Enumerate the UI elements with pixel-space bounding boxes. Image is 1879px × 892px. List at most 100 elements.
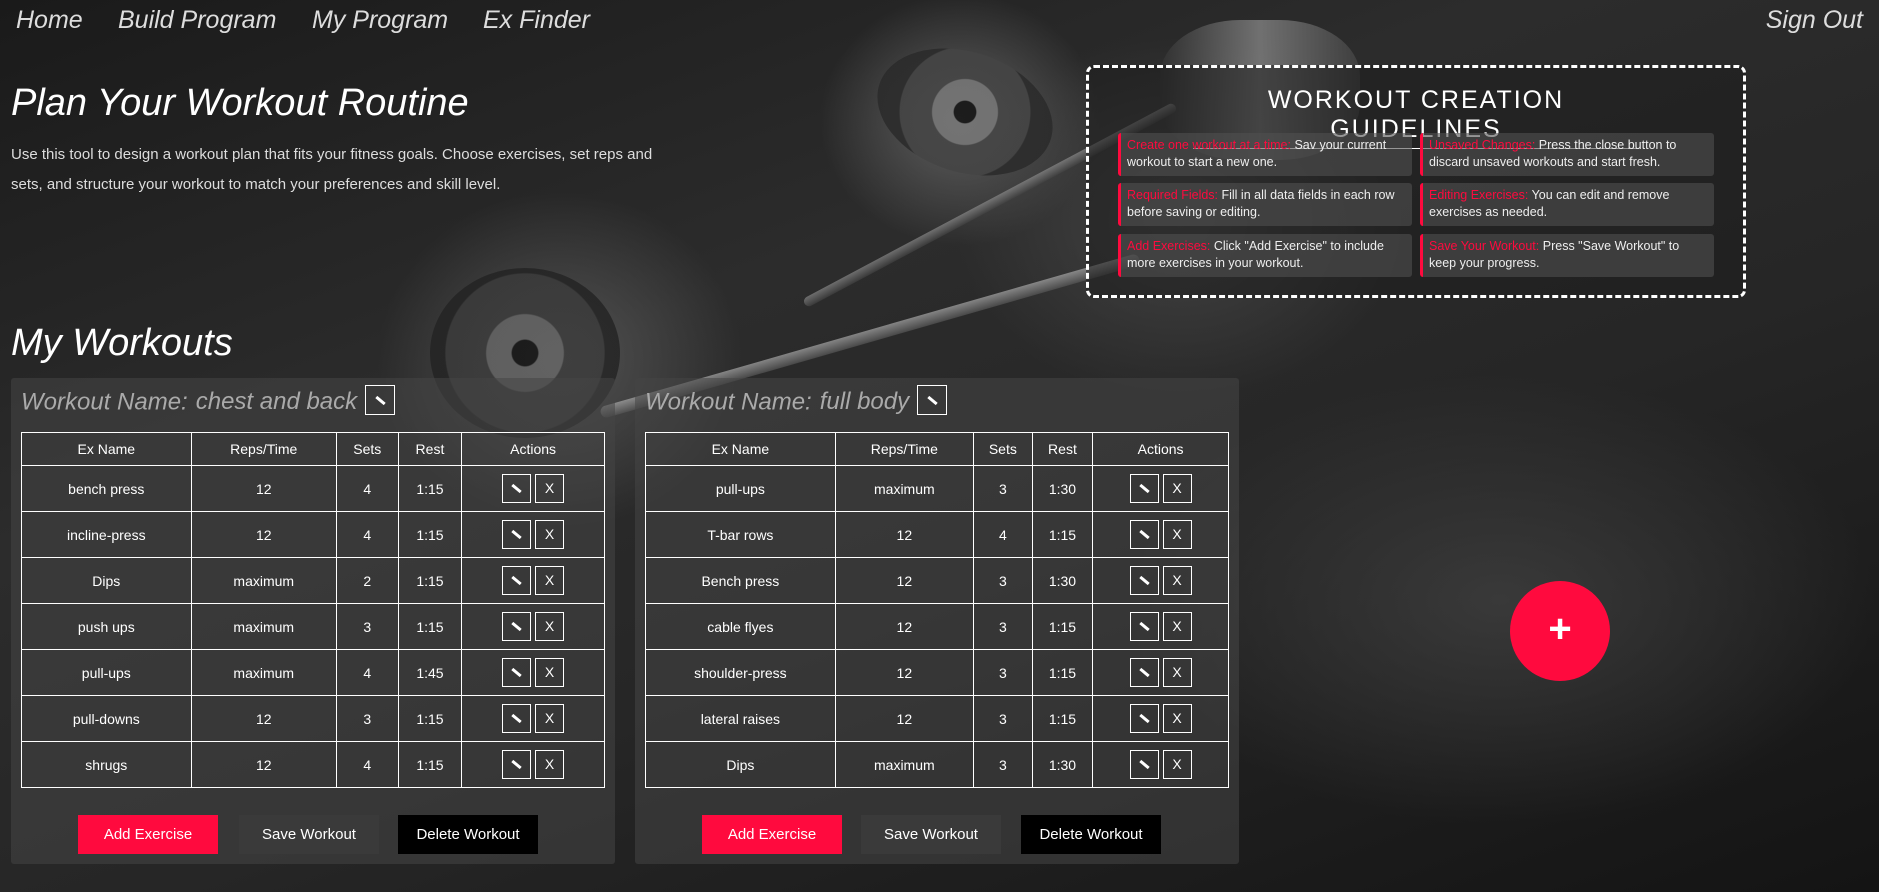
table-row: bench press 12 4 1:15 X [21, 465, 605, 512]
guideline-label: Create one workout at a time: [1127, 138, 1291, 152]
edit-row-button[interactable] [502, 520, 532, 549]
edit-row-button[interactable] [502, 750, 532, 779]
workout-actions: Add Exercise Save Workout Delete Workout [11, 815, 615, 854]
delete-row-button[interactable]: X [1162, 658, 1192, 687]
cell-ex-name: Dips [21, 557, 192, 604]
cell-ex-name: Dips [645, 741, 836, 788]
guideline-item: Unsaved Changes: Press the close button … [1420, 133, 1714, 176]
cell-rest: 1:15 [397, 741, 463, 788]
edit-row-button[interactable] [1129, 704, 1159, 733]
edit-row-button[interactable] [502, 612, 532, 641]
guideline-label: Required Fields: [1127, 188, 1219, 202]
cell-ex-name: cable flyes [645, 603, 836, 650]
cell-ex-name: lateral raises [645, 695, 836, 742]
guideline-label: Unsaved Changes: [1429, 138, 1536, 152]
save-workout-button[interactable]: Save Workout [239, 815, 379, 854]
edit-row-button[interactable] [1129, 520, 1159, 549]
delete-row-button[interactable]: X [535, 474, 565, 503]
cell-reps: 12 [834, 603, 974, 650]
add-exercise-button[interactable]: Add Exercise [702, 815, 842, 854]
cell-ex-name: shoulder-press [645, 649, 836, 696]
delete-row-button[interactable]: X [1162, 704, 1192, 733]
table-row: T-bar rows 12 4 1:15 X [645, 511, 1229, 558]
delete-row-button[interactable]: X [1162, 612, 1192, 641]
column-header: Sets [335, 432, 399, 466]
edit-row-button[interactable] [1129, 658, 1159, 687]
guideline-label: Editing Exercises: [1429, 188, 1529, 202]
cell-sets: 2 [335, 557, 399, 604]
nav-my-program[interactable]: My Program [312, 6, 448, 35]
cell-rest: 1:15 [1031, 511, 1094, 558]
cell-reps: 12 [834, 511, 974, 558]
cell-sets: 3 [972, 649, 1033, 696]
table-header-row: Ex Name Reps/Time Sets Rest Actions [645, 432, 1229, 466]
top-nav: Home Build Program My Program Ex Finder … [16, 6, 1863, 40]
background-weight-plate [860, 27, 1070, 197]
cell-sets: 4 [972, 511, 1033, 558]
table-header-row: Ex Name Reps/Time Sets Rest Actions [21, 432, 605, 466]
column-header: Reps/Time [834, 432, 974, 466]
guideline-item: Save Your Workout: Press "Save Workout" … [1420, 234, 1714, 277]
column-header: Ex Name [21, 432, 192, 466]
cell-rest: 1:15 [397, 465, 463, 512]
nav-sign-out[interactable]: Sign Out [1766, 6, 1863, 35]
workout-card: Workout Name: full body Ex Name Reps/Time… [635, 378, 1239, 864]
edit-row-button[interactable] [502, 658, 532, 687]
delete-row-button[interactable]: X [1162, 474, 1192, 503]
workout-name-value: full body [819, 388, 910, 416]
cell-actions: X [1092, 511, 1229, 558]
column-header: Rest [1031, 432, 1094, 466]
intro-text: Use this tool to design a workout plan t… [11, 146, 653, 193]
delete-row-button[interactable]: X [535, 612, 565, 641]
edit-row-button[interactable] [502, 474, 532, 503]
cell-sets: 3 [972, 741, 1033, 788]
cell-ex-name: pull-ups [21, 649, 192, 696]
table-row: lateral raises 12 3 1:15 X [645, 695, 1229, 742]
delete-workout-button[interactable]: Delete Workout [1021, 815, 1161, 854]
delete-row-button[interactable]: X [535, 566, 565, 595]
cell-reps: maximum [190, 603, 337, 650]
delete-row-button[interactable]: X [1162, 566, 1192, 595]
cell-sets: 3 [335, 695, 399, 742]
add-workout-button[interactable]: + [1510, 581, 1610, 681]
guideline-item: Add Exercises: Click "Add Exercise" to i… [1118, 234, 1412, 277]
edit-row-button[interactable] [502, 566, 532, 595]
cell-actions: X [1092, 741, 1229, 788]
cell-ex-name: bench press [21, 465, 192, 512]
save-workout-button[interactable]: Save Workout [861, 815, 1001, 854]
edit-row-button[interactable] [1129, 566, 1159, 595]
delete-row-button[interactable]: X [535, 520, 565, 549]
add-exercise-button[interactable]: Add Exercise [78, 815, 218, 854]
table-row: shoulder-press 12 3 1:15 X [645, 649, 1229, 696]
table-row: cable flyes 12 3 1:15 X [645, 603, 1229, 650]
guideline-item: Required Fields: Fill in all data fields… [1118, 183, 1412, 226]
delete-row-button[interactable]: X [535, 704, 565, 733]
table-row: pull-ups maximum 3 1:30 X [645, 465, 1229, 512]
delete-row-button[interactable]: X [1162, 750, 1192, 779]
delete-row-button[interactable]: X [535, 658, 565, 687]
cell-reps: 12 [834, 695, 974, 742]
cell-actions: X [461, 603, 605, 650]
table-row: pull-ups maximum 4 1:45 X [21, 649, 605, 696]
delete-row-button[interactable]: X [1162, 520, 1192, 549]
edit-row-button[interactable] [1129, 750, 1159, 779]
table-row: Dips maximum 3 1:30 X [645, 741, 1229, 788]
edit-row-button[interactable] [502, 704, 532, 733]
cell-sets: 3 [335, 603, 399, 650]
delete-row-button[interactable]: X [535, 750, 565, 779]
edit-workout-name-button[interactable] [917, 385, 948, 415]
workout-table: Ex Name Reps/Time Sets Rest Actions benc… [21, 432, 605, 788]
cell-actions: X [461, 695, 605, 742]
delete-workout-button[interactable]: Delete Workout [398, 815, 538, 854]
nav-build-program[interactable]: Build Program [118, 6, 276, 35]
cell-sets: 3 [972, 603, 1033, 650]
cell-rest: 1:15 [397, 603, 463, 650]
nav-home[interactable]: Home [16, 6, 83, 35]
edit-workout-name-button[interactable] [365, 385, 396, 415]
workout-name: Workout Name: chest and back [21, 385, 396, 418]
nav-ex-finder[interactable]: Ex Finder [483, 6, 590, 35]
cell-actions: X [461, 557, 605, 604]
column-header: Actions [461, 432, 605, 466]
edit-row-button[interactable] [1129, 474, 1159, 503]
edit-row-button[interactable] [1129, 612, 1159, 641]
